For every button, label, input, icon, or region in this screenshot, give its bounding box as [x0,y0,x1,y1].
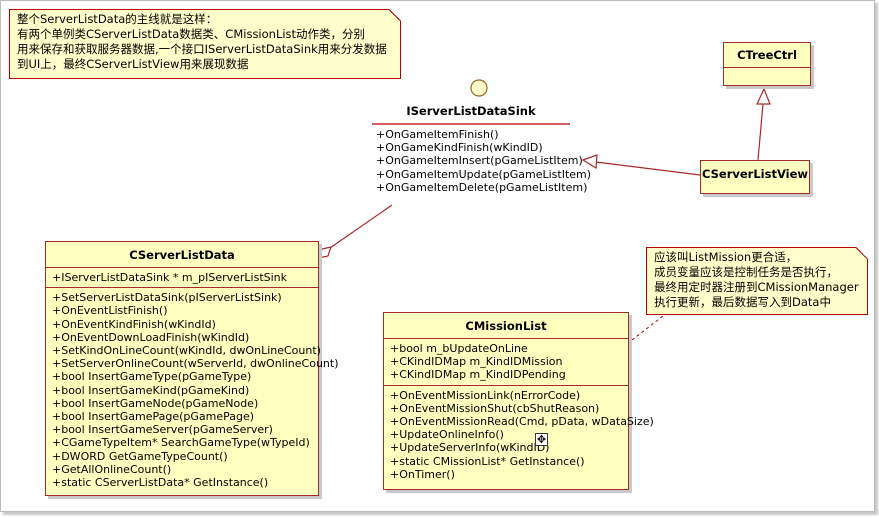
class-attribute: +CKindIDMap m_KindIDMission [390,355,563,369]
class-attributes: +IServerListDataSink * m_pIServerListSin… [46,267,318,287]
mission-note-line: 最终用定时器注册到CMissionManager [654,280,859,294]
class-operation: +OnEventMissionLink(nErrorCode) [390,388,581,402]
diagram-canvas: 整个ServerListData的主线就是这样： 有两个单例类CServerLi… [0,0,879,518]
class-cserverlistdata[interactable]: CServerListData +IServerListDataSink * m… [45,241,339,496]
interface-operation: +OnGameItemDelete(pGameListItem) [376,180,588,194]
mission-note[interactable]: 应该叫ListMission更合适， 成员变量应该是控制任务是否执行， 最终用定… [646,247,868,315]
aggregation-diamond [316,246,332,259]
class-operation: +CGameTypeItem* SearchGameType(wTypeId) [52,436,310,450]
note-corner-fold [856,247,868,259]
class-attribute: +CKindIDMap m_KindIDPending [390,368,566,382]
summary-note[interactable]: 整个ServerListData的主线就是这样： 有两个单例类CServerLi… [9,9,401,79]
class-operation: +SetKindOnLineCount(wKindId, dwOnLineCou… [52,344,321,358]
class-attributes: +bool m_bUpdateOnLine +CKindIDMap m_KindI… [384,338,628,385]
move-cursor-icon: ✥ [535,433,548,446]
class-operation: +OnEventMissionRead(Cmd, pData, wDataSiz… [390,415,654,429]
mission-note-line: 应该叫ListMission更合适， [654,250,798,264]
class-operation: +static CServerListData* GetInstance() [52,476,269,490]
interface-operation: +OnGameItemFinish() [376,128,499,141]
class-operation: +OnEventListFinish() [52,304,168,318]
summary-note-line: 有两个单例类CServerListData数据类、CMissionList动作类… [17,27,366,41]
class-operation: +OnEventDownLoadFinish(wKindId) [52,330,250,344]
class-operation: +OnTimer() [390,467,455,481]
interface-operations: +OnGameItemFinish() +OnGameKindFinish(wKi… [376,128,591,194]
class-operation: +OnEventKindFinish(wKindId) [52,317,216,331]
class-attributes [724,67,810,82]
class-ctreectrl[interactable]: CTreeCtrl [723,42,811,86]
class-name: CServerListData [129,248,235,262]
class-name: CMissionList [465,319,547,333]
class-operation: +bool InsertGameKind(pGameKind) [52,383,250,397]
summary-note-line: 整个ServerListData的主线就是这样： [17,12,218,26]
class-operations: +OnEventMissionLink(nErrorCode) +OnEventM… [384,384,654,484]
class-operation: +UpdateServerInfo(wKindID) [390,441,550,455]
class-operation: +bool InsertGameNode(pGameNode) [52,396,259,410]
summary-note-line: 用来保存和获取服务器数据,一个接口IServerListDataSink用来分发… [17,42,387,56]
aggregation-line [329,204,393,249]
class-operation: +DWORD GetGameTypeCount() [52,449,228,463]
class-operation: +static CMissionList* GetInstance() [390,454,585,468]
class-operation: +GetAllOnlineCount() [52,462,172,476]
note-corner-fold [389,9,401,21]
class-attribute: +bool m_bUpdateOnLine [390,342,528,355]
class-name: CTreeCtrl [737,48,797,62]
class-operation: +SetServerListDataSink(pIServerListSink) [52,291,282,305]
interface-operation: +OnGameKindFinish(wKindID) [376,141,543,155]
class-name: CServerListView [701,167,809,181]
class-operation: +bool InsertGamePage(pGamePage) [52,410,255,424]
class-operation: +bool InsertGameType(pGameType) [52,370,252,384]
class-operation: +bool InsertGameServer(pGameServer) [52,423,273,437]
summary-note-line: 到UI上，最终CServerListView用来展现数据 [17,57,249,71]
class-cserverlistview[interactable]: CServerListView [700,160,810,194]
class-operation: +SetServerOnlineCount(wServerId, dwOnlin… [52,357,339,371]
generalization-arrowhead [756,87,771,105]
realization-line [595,161,701,176]
mission-note-line: 执行更新，最后数据写入到Data中 [654,295,831,309]
class-operation: +OnEventMissionShut(cbShutReason) [390,401,600,415]
interface-operation: +OnGameItemInsert(pGameListItem) [376,154,583,168]
interface-lollipop [470,79,488,97]
class-operation: +UpdateOnlineInfo() [390,428,504,442]
interface-name[interactable]: IServerListDataSink [372,104,570,118]
class-attribute: +IServerListDataSink * m_pIServerListSin… [52,271,288,284]
class-cmissionlist[interactable]: CMissionList +bool m_bUpdateOnLine +CKind… [383,312,654,490]
class-operations: +SetServerListDataSink(pIServerListSink)… [46,287,339,492]
interface-operation: +OnGameItemUpdate(pGameListItem) [376,167,592,181]
mission-note-line: 成员变量应该是控制任务是否执行， [654,265,838,279]
generalization-line [757,103,764,161]
